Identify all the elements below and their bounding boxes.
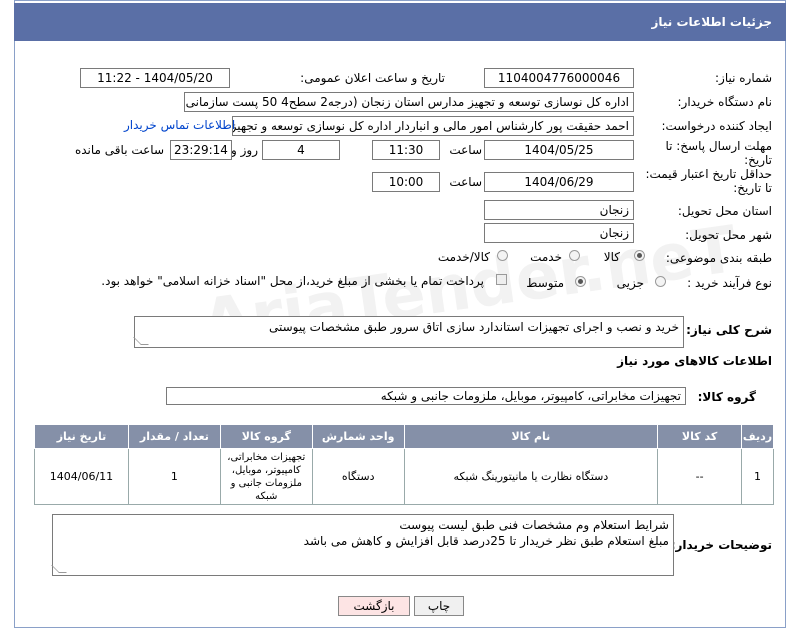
announce-label: تاریخ و ساعت اعلان عمومی: <box>300 71 445 85</box>
buyer-notes-label: توضیحات خریدار: <box>670 538 772 552</box>
goods-info-title: اطلاعات کالاهای مورد نیاز <box>617 354 772 368</box>
city-label: شهر محل تحویل: <box>685 228 772 242</box>
process-option-minor: جزیی <box>616 276 644 290</box>
panel-header: جزئیات اطلاعات نیاز <box>14 3 786 41</box>
creator-label: ایجاد کننده درخواست: <box>661 119 772 133</box>
buyer-org-label: نام دستگاه خریدار: <box>677 95 773 109</box>
validity-time-field: 10:00 <box>372 172 440 192</box>
resize-grip-icon[interactable] <box>133 337 149 345</box>
cell-date: 1404/06/11 <box>34 448 129 505</box>
contact-buyer-link[interactable]: اطلاعات تماس خریدار <box>124 118 235 132</box>
buyer-notes-textarea[interactable]: شرایط استعلام وم مشخصات فنی طبق لیست پیو… <box>51 514 674 576</box>
category-radio-goods-service[interactable] <box>497 250 508 261</box>
creator-field: احمد حقیقت پور کارشناس امور مالی و انبار… <box>232 116 634 136</box>
province-label: استان محل تحویل: <box>677 204 772 218</box>
back-button[interactable]: بازگشت <box>338 596 410 616</box>
category-radio-goods[interactable] <box>634 250 645 261</box>
description-textarea[interactable]: خرید و نصب و اجرای تجهیزات استاندارد ساز… <box>133 316 684 348</box>
process-radio-medium[interactable] <box>575 276 586 287</box>
goods-group-field: تجهیزات مخابراتی، کامپیوتر، موبایل، ملزو… <box>166 387 686 405</box>
description-text: خرید و نصب و اجرای تجهیزات استاندارد ساز… <box>269 320 679 334</box>
announce-field: 1404/05/20 - 11:22 <box>80 68 230 88</box>
cell-group: تجهیزات مخابراتی، کامپیوتر، موبایل، ملزو… <box>219 448 313 505</box>
col-qty: تعداد / مقدار <box>127 424 221 449</box>
category-option-goods-service: کالا/خدمت <box>437 250 490 264</box>
validity-time-label: ساعت <box>449 175 482 189</box>
need-number-label: شماره نیاز: <box>715 71 772 85</box>
table-header-row: ردیف کد کالا نام کالا واحد شمارش گروه کا… <box>34 424 774 449</box>
deadline-label-line1: مهلت ارسال پاسخ: تا <box>665 139 772 153</box>
process-label: نوع فرآیند خرید : <box>687 276 772 290</box>
print-button[interactable]: چاپ <box>414 596 464 616</box>
cell-name: دستگاه نظارت یا مانیتورینگ شبکه <box>403 448 659 505</box>
col-group: گروه کالا <box>219 424 313 449</box>
province-field: زنجان <box>484 200 634 220</box>
remaining-time-field: 23:29:14 <box>170 140 232 160</box>
city-field: زنجان <box>484 223 634 243</box>
process-radio-minor[interactable] <box>655 276 666 287</box>
items-table: ردیف کد کالا نام کالا واحد شمارش گروه کا… <box>34 424 774 505</box>
validity-label-line1: حداقل تاریخ اعتبار قیمت: <box>645 167 772 181</box>
col-unit: واحد شمارش <box>311 424 405 449</box>
resize-grip-icon[interactable] <box>51 565 67 573</box>
buyer-notes-line1: شرایط استعلام وم مشخصات فنی طبق لیست پیو… <box>399 518 669 532</box>
category-option-goods: کالا <box>603 250 620 264</box>
buyer-org-field: اداره کل نوسازی توسعه و تجهیز مدارس استا… <box>184 92 634 112</box>
remaining-time-label: ساعت باقی مانده <box>74 143 164 157</box>
deadline-label-line2: تاریخ: <box>744 153 772 167</box>
validity-date-field: 1404/06/29 <box>484 172 634 192</box>
table-row: 1 -- دستگاه نظارت یا مانیتورینگ شبکه دست… <box>34 448 774 505</box>
col-name: نام کالا <box>403 424 659 449</box>
col-row: ردیف <box>741 424 774 449</box>
cell-qty: 1 <box>127 448 221 505</box>
category-radio-service[interactable] <box>569 250 580 261</box>
goods-group-label: گروه کالا: <box>697 390 756 404</box>
payment-note: پرداخت تمام یا بخشی از مبلغ خرید،از محل … <box>101 274 484 288</box>
deadline-date-field: 1404/05/25 <box>484 140 634 160</box>
process-option-medium: متوسط <box>526 276 564 290</box>
buyer-notes-line2: مبلغ استعلام طبق نظر خریدار تا 25درصد قا… <box>303 534 669 548</box>
cell-row: 1 <box>741 448 774 505</box>
days-remaining-field: 4 <box>262 140 340 160</box>
need-number-field: 1104004776000046 <box>484 68 634 88</box>
col-code: کد کالا <box>657 424 743 449</box>
col-date: تاریخ نیاز <box>34 424 129 449</box>
days-label: روز و <box>231 143 258 157</box>
cell-unit: دستگاه <box>311 448 405 505</box>
category-option-service: خدمت <box>530 250 562 264</box>
deadline-time-label: ساعت <box>449 143 482 157</box>
validity-label-line2: تا تاریخ: <box>733 181 772 195</box>
cell-code: -- <box>657 448 743 505</box>
treasury-checkbox[interactable] <box>496 274 507 285</box>
description-label: شرح کلی نیاز: <box>686 323 772 337</box>
deadline-time-field: 11:30 <box>372 140 440 160</box>
category-label: طبقه بندی موضوعی: <box>665 251 772 265</box>
